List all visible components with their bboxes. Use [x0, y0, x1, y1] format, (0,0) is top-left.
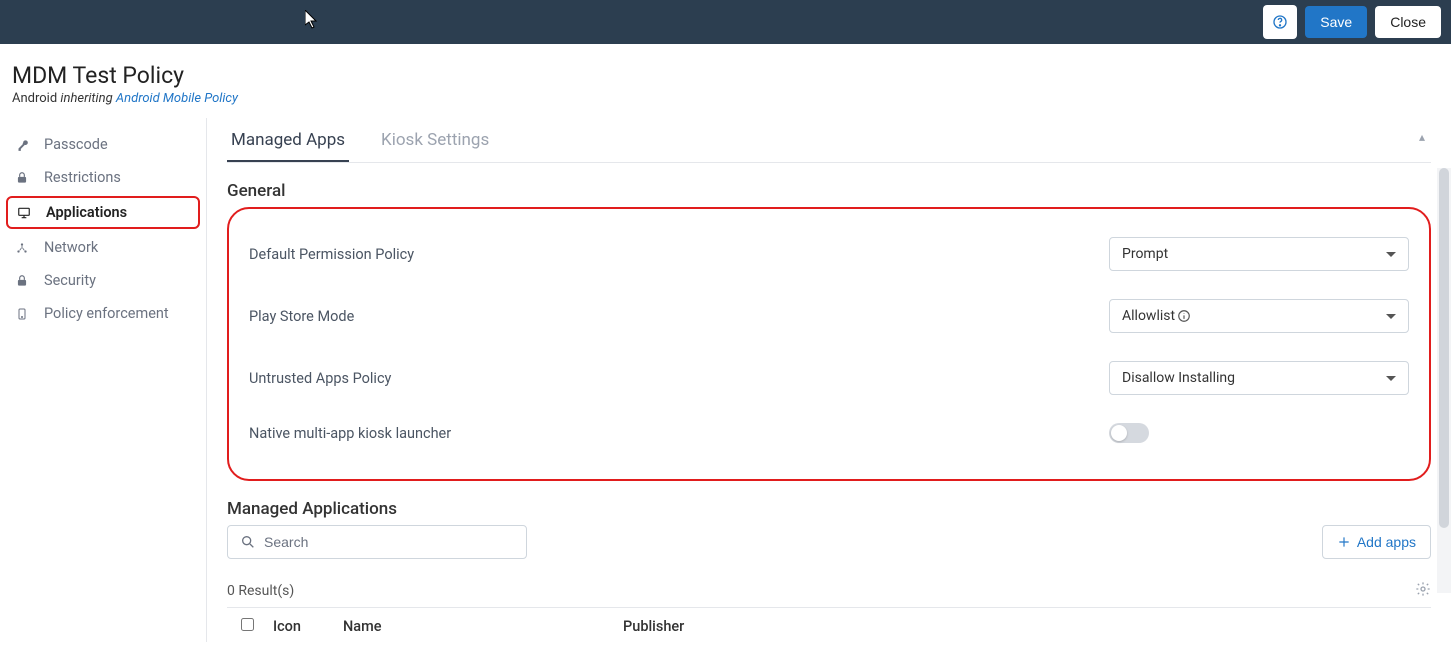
results-row: 0 Result(s) — [227, 581, 1431, 601]
row-untrusted-apps: Untrusted Apps Policy Disallow Installin… — [239, 347, 1419, 409]
lock-icon — [14, 274, 30, 288]
results-count: 0 Result(s) — [227, 583, 294, 599]
help-icon — [1272, 13, 1288, 31]
scrollbar[interactable] — [1437, 168, 1451, 593]
select-all-checkbox[interactable] — [241, 618, 254, 631]
section-general-heading: General — [227, 181, 1431, 201]
gear-icon — [1415, 581, 1431, 597]
section-managed-apps-heading: Managed Applications — [227, 499, 1431, 519]
search-icon — [240, 534, 256, 550]
select-value: Prompt — [1122, 246, 1168, 262]
sidebar-item-label: Passcode — [44, 136, 108, 153]
lock-icon — [14, 171, 30, 185]
chevron-down-icon — [1386, 376, 1396, 381]
label-play-store: Play Store Mode — [249, 308, 1109, 325]
search-input[interactable] — [264, 534, 514, 550]
add-apps-button[interactable]: Add apps — [1322, 525, 1431, 559]
settings-gear-button[interactable] — [1415, 581, 1431, 601]
table-header-row: Icon Name Publisher — [227, 608, 1431, 643]
add-apps-label: Add apps — [1357, 534, 1416, 550]
tab-kiosk-settings[interactable]: Kiosk Settings — [377, 118, 493, 162]
apps-table: Icon Name Publisher — [227, 607, 1431, 642]
page-header: MDM Test Policy Android inheriting Andro… — [0, 44, 1451, 118]
sidebar: Passcode Restrictions Applications Netwo… — [0, 118, 207, 642]
search-box[interactable] — [227, 525, 527, 559]
sidebar-item-security[interactable]: Security — [0, 264, 206, 297]
sidebar-item-network[interactable]: Network — [0, 231, 206, 264]
save-button[interactable]: Save — [1305, 6, 1367, 38]
general-section-highlight: Default Permission Policy Prompt Play St… — [227, 207, 1431, 481]
network-icon — [14, 241, 30, 255]
collapse-icon[interactable]: ▴ — [1413, 118, 1431, 162]
select-value: Disallow Installing — [1122, 370, 1235, 386]
search-row: Add apps — [227, 525, 1431, 559]
key-icon — [14, 138, 30, 152]
inherit-link[interactable]: Android Mobile Policy — [116, 91, 238, 106]
sidebar-item-policy-enforcement[interactable]: Policy enforcement — [0, 297, 206, 330]
col-publisher[interactable]: Publisher — [617, 608, 1431, 643]
page-subtitle: Android inheriting Android Mobile Policy — [12, 91, 1439, 106]
sidebar-item-label: Applications — [46, 204, 127, 221]
tabs: Managed Apps Kiosk Settings ▴ — [227, 118, 1431, 163]
help-button[interactable] — [1263, 5, 1297, 39]
sidebar-item-restrictions[interactable]: Restrictions — [0, 161, 206, 194]
row-default-permission: Default Permission Policy Prompt — [239, 223, 1419, 285]
sidebar-item-label: Security — [44, 272, 96, 289]
info-icon — [1177, 309, 1191, 323]
top-bar: Save Close — [0, 0, 1451, 44]
label-untrusted-apps: Untrusted Apps Policy — [249, 370, 1109, 387]
col-name[interactable]: Name — [337, 608, 617, 643]
toggle-kiosk-launcher[interactable] — [1109, 423, 1149, 443]
chevron-down-icon — [1386, 252, 1396, 257]
platform-label: Android — [12, 91, 57, 106]
close-button[interactable]: Close — [1375, 6, 1441, 38]
row-kiosk-launcher: Native multi-app kiosk launcher — [239, 409, 1419, 457]
sidebar-item-passcode[interactable]: Passcode — [0, 128, 206, 161]
select-value: Allowlist — [1122, 308, 1191, 324]
page-title: MDM Test Policy — [12, 62, 1439, 89]
sidebar-item-label: Policy enforcement — [44, 305, 169, 322]
sidebar-item-label: Network — [44, 239, 98, 256]
inheriting-label: inheriting — [60, 91, 112, 106]
select-default-permission[interactable]: Prompt — [1109, 237, 1409, 271]
content-area: Managed Apps Kiosk Settings ▴ General De… — [207, 118, 1451, 642]
label-default-permission: Default Permission Policy — [249, 246, 1109, 263]
select-play-store[interactable]: Allowlist — [1109, 299, 1409, 333]
monitor-icon — [16, 206, 32, 220]
tab-managed-apps[interactable]: Managed Apps — [227, 118, 349, 162]
select-untrusted-apps[interactable]: Disallow Installing — [1109, 361, 1409, 395]
chevron-down-icon — [1386, 314, 1396, 319]
sidebar-item-label: Restrictions — [44, 169, 121, 186]
plus-icon — [1337, 535, 1351, 549]
phone-icon — [14, 307, 30, 321]
row-play-store: Play Store Mode Allowlist — [239, 285, 1419, 347]
col-icon[interactable]: Icon — [267, 608, 337, 643]
label-kiosk-launcher: Native multi-app kiosk launcher — [249, 425, 1109, 442]
sidebar-item-applications[interactable]: Applications — [6, 196, 200, 229]
